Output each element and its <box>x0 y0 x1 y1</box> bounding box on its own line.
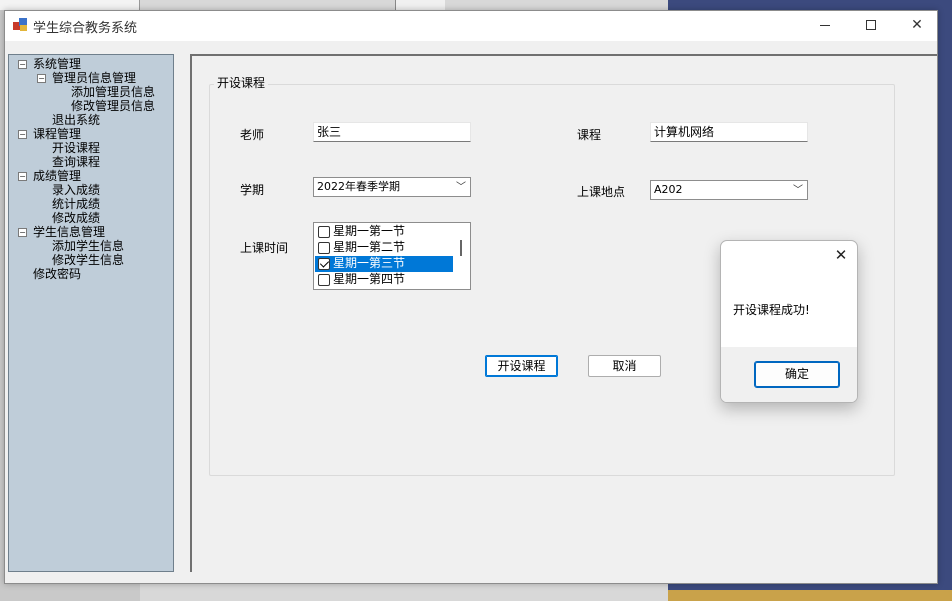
collapse-icon[interactable]: − <box>18 228 27 237</box>
tree-node-student-info[interactable]: 学生信息管理 <box>33 225 105 239</box>
time-option-label: 星期一第四节 <box>333 272 406 286</box>
tree-node-exit-system[interactable]: 退出系统 <box>52 113 100 127</box>
window-title: 学生综合教务系统 <box>33 21 138 36</box>
tree-node-score-management[interactable]: 成绩管理 <box>33 169 81 183</box>
dialog-message: 开设课程成功! <box>733 303 810 317</box>
tree-node-edit-score[interactable]: 修改成绩 <box>52 211 100 225</box>
tree-node-system-management[interactable]: 系统管理 <box>33 57 81 71</box>
background-tab <box>395 0 445 10</box>
time-label: 上课时间 <box>240 241 289 255</box>
time-option[interactable]: 星期一第二节 <box>315 240 453 256</box>
teacher-label: 老师 <box>240 128 265 142</box>
tree-node-add-admin[interactable]: 添加管理员信息 <box>71 85 155 99</box>
dialog-footer: 确定 <box>721 347 857 402</box>
term-label: 学期 <box>240 183 265 197</box>
close-icon: ✕ <box>911 17 923 33</box>
collapse-icon[interactable]: − <box>18 130 27 139</box>
nav-tree[interactable]: − 系统管理 − 管理员信息管理 添加管理员信息 修改管理员信息 退出系统 − … <box>8 54 174 572</box>
collapse-icon[interactable]: − <box>37 74 46 83</box>
minimize-icon <box>820 24 830 26</box>
tree-node-enter-score[interactable]: 录入成绩 <box>52 183 100 197</box>
open-course-button[interactable]: 开设课程 <box>485 355 558 377</box>
time-option-selected[interactable]: 星期一第三节 <box>315 256 453 272</box>
tree-node-query-course[interactable]: 查询课程 <box>52 155 100 169</box>
close-icon: ✕ <box>834 246 848 264</box>
time-checklist[interactable]: 星期一第一节 星期一第二节 星期一第三节 星期一第四节 <box>313 222 471 290</box>
tree-node-edit-admin[interactable]: 修改管理员信息 <box>71 99 155 113</box>
checkbox[interactable] <box>318 242 330 254</box>
title-bar[interactable]: 学生综合教务系统 ✕ <box>5 11 937 41</box>
chevron-down-icon: ﹀ <box>793 185 803 196</box>
message-dialog: ✕ 开设课程成功! 确定 <box>720 240 858 403</box>
course-label: 课程 <box>577 128 602 142</box>
dialog-close-button[interactable]: ✕ <box>831 245 851 265</box>
checkbox-checked[interactable] <box>318 258 330 270</box>
maximize-button[interactable] <box>848 11 894 41</box>
tree-node-admin-info[interactable]: 管理员信息管理 <box>52 71 136 85</box>
app-icon <box>13 18 29 32</box>
location-select-value: A202 <box>654 183 683 196</box>
term-select-value: 2022年春季学期 <box>317 180 400 193</box>
tree-node-open-course[interactable]: 开设课程 <box>52 141 100 155</box>
ok-button[interactable]: 确定 <box>754 361 840 388</box>
time-option-label: 星期一第三节 <box>333 256 406 270</box>
background-taskbar-strip <box>668 590 952 601</box>
tree-node-change-password[interactable]: 修改密码 <box>33 267 81 281</box>
course-input[interactable]: 计算机网络 <box>650 122 808 142</box>
time-option-label: 星期一第二节 <box>333 240 406 254</box>
tree-node-add-student[interactable]: 添加学生信息 <box>52 239 124 253</box>
time-option[interactable]: 星期一第一节 <box>315 224 453 240</box>
close-button[interactable]: ✕ <box>894 11 940 41</box>
location-select[interactable]: A202 ﹀ <box>650 180 808 200</box>
time-option[interactable]: 星期一第四节 <box>315 272 453 288</box>
minimize-button[interactable] <box>802 11 848 41</box>
background-tab <box>0 0 140 10</box>
chevron-down-icon: ﹀ <box>456 182 466 193</box>
term-select[interactable]: 2022年春季学期 ﹀ <box>313 177 471 197</box>
tree-node-course-management[interactable]: 课程管理 <box>33 127 81 141</box>
location-label: 上课地点 <box>577 185 626 199</box>
tree-node-edit-student[interactable]: 修改学生信息 <box>52 253 124 267</box>
checkbox[interactable] <box>318 226 330 238</box>
cancel-button[interactable]: 取消 <box>588 355 661 377</box>
tree-node-stat-score[interactable]: 统计成绩 <box>52 197 100 211</box>
scrollbar-thumb[interactable] <box>460 240 462 256</box>
collapse-icon[interactable]: − <box>18 172 27 181</box>
maximize-icon <box>866 20 876 30</box>
group-title: 开设课程 <box>214 74 269 91</box>
time-option-label: 星期一第一节 <box>333 224 406 238</box>
checkbox[interactable] <box>318 274 330 286</box>
collapse-icon[interactable]: − <box>18 60 27 69</box>
teacher-input[interactable]: 张三 <box>313 122 471 142</box>
